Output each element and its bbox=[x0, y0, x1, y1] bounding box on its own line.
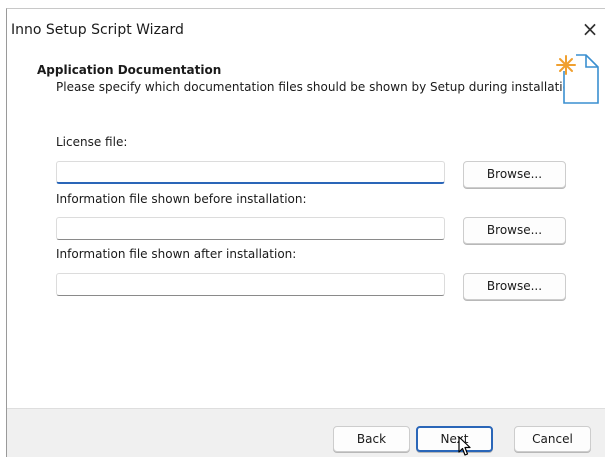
info-after-browse-button[interactable]: Browse... bbox=[463, 273, 566, 300]
close-button[interactable]: × bbox=[575, 17, 605, 45]
cancel-button[interactable]: Cancel bbox=[514, 426, 591, 452]
info-before-input[interactable] bbox=[56, 217, 445, 240]
content-area: License file: Browse... Information file… bbox=[7, 118, 605, 408]
info-before-label: Information file shown before installati… bbox=[56, 192, 307, 206]
header-panel: Application Documentation Please specify… bbox=[7, 48, 605, 118]
page-title: Application Documentation bbox=[37, 63, 222, 77]
info-before-browse-button[interactable]: Browse... bbox=[463, 217, 566, 244]
footer-bar: Back Next Cancel bbox=[7, 408, 605, 457]
info-after-input[interactable] bbox=[56, 273, 445, 296]
license-file-input[interactable] bbox=[56, 161, 445, 184]
wizard-document-sparkle-icon bbox=[556, 54, 599, 104]
wizard-window: Inno Setup Script Wizard × Application D… bbox=[6, 8, 605, 457]
license-browse-button[interactable]: Browse... bbox=[463, 161, 566, 188]
next-button[interactable]: Next bbox=[416, 426, 493, 452]
window-title: Inno Setup Script Wizard bbox=[11, 22, 184, 38]
title-bar: Inno Setup Script Wizard × bbox=[7, 9, 605, 48]
license-file-label: License file: bbox=[56, 135, 128, 149]
page-subtitle: Please specify which documentation files… bbox=[56, 80, 582, 94]
info-after-label: Information file shown after installatio… bbox=[56, 247, 297, 261]
back-button[interactable]: Back bbox=[333, 426, 410, 452]
